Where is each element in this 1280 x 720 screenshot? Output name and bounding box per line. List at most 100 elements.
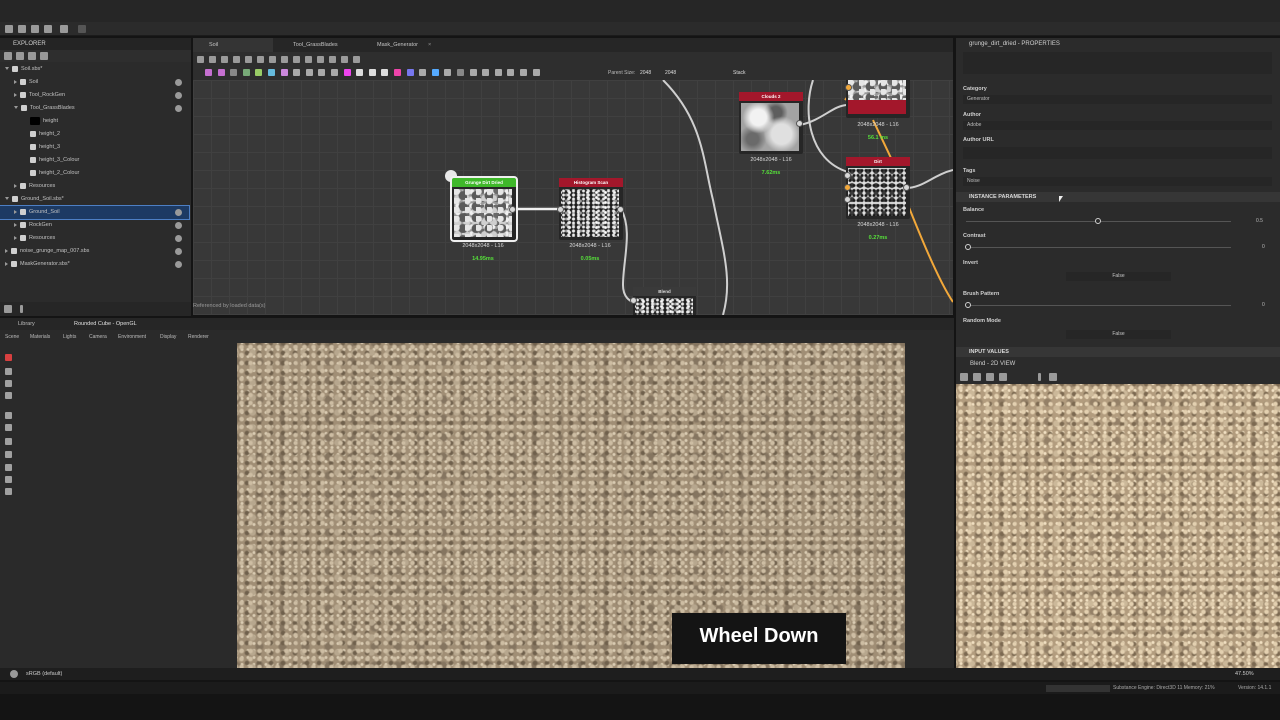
tab-library[interactable]: Library (18, 318, 35, 330)
redo-icon[interactable] (78, 25, 86, 33)
expand-arrow-icon[interactable] (14, 79, 17, 84)
expand-arrow-icon[interactable] (14, 209, 17, 214)
explorer-item[interactable]: height_3_Colour (0, 154, 189, 167)
node-dirt-output-port[interactable] (903, 184, 910, 191)
info-icon[interactable] (175, 105, 182, 112)
atomic-node-button[interactable] (205, 69, 212, 76)
graph-tool-button[interactable] (305, 56, 312, 63)
graph-tool-button[interactable] (209, 56, 216, 63)
expand-arrow-icon[interactable] (5, 261, 8, 266)
menu-materials[interactable]: Materials (30, 332, 50, 342)
sphere-icon[interactable] (5, 438, 12, 445)
explorer-item[interactable]: noise_grunge_map_007.sbs (0, 245, 189, 258)
atomic-node-button[interactable] (419, 69, 427, 76)
info-icon[interactable] (175, 222, 182, 229)
save-icon[interactable] (44, 25, 52, 33)
2d-tile-icon[interactable] (999, 373, 1007, 381)
input-values-section[interactable]: INPUT VALUES (956, 347, 1280, 357)
balance-slider-knob[interactable] (1095, 218, 1101, 224)
atomic-node-button[interactable] (230, 69, 238, 76)
2d-viewport-render[interactable] (956, 384, 1280, 668)
atomic-node-button[interactable] (242, 69, 250, 76)
size-select[interactable]: 2048 (665, 70, 676, 76)
tab-soil[interactable]: Soil (193, 38, 273, 52)
atomic-node-button[interactable] (368, 69, 376, 76)
grid-icon[interactable] (5, 412, 12, 419)
atomic-node-button[interactable] (331, 69, 338, 76)
properties-description-field[interactable] (963, 52, 1272, 74)
node-dirt-input-port-1[interactable] (844, 172, 851, 179)
info-icon[interactable] (175, 248, 182, 255)
contrast-slider[interactable] (965, 244, 1231, 250)
info-icon[interactable] (175, 92, 182, 99)
graph-tool-button[interactable] (269, 56, 276, 63)
expand-arrow-icon[interactable] (14, 106, 18, 110)
tab-mask-generator[interactable]: Mask_Generator × (361, 38, 443, 52)
info-icon[interactable] (175, 235, 182, 242)
2d-histogram-icon[interactable] (1049, 373, 1057, 381)
expand-arrow-icon[interactable] (5, 67, 9, 71)
invert-toggle[interactable]: False (1066, 272, 1171, 281)
explorer-item[interactable]: Resources (0, 232, 189, 245)
graph-tool-button[interactable] (341, 56, 348, 63)
open-icon[interactable] (31, 25, 39, 33)
explorer-item[interactable]: height_2_Colour (0, 167, 189, 180)
explorer-item[interactable]: Soil.sbs* (0, 63, 189, 76)
graph-tool-button[interactable] (317, 56, 324, 63)
tab-tool-grassblades[interactable]: Tool_GrassBlades (277, 38, 359, 52)
explorer-item[interactable]: Tool_GrassBlades (0, 102, 189, 115)
save-package-icon[interactable] (28, 52, 36, 60)
node-dirt-input-port-2[interactable] (844, 184, 851, 191)
screenshot-icon[interactable] (5, 392, 12, 399)
atomic-node-button[interactable] (318, 69, 326, 76)
expand-arrow-icon[interactable] (14, 235, 17, 240)
menu-renderer[interactable]: Renderer (188, 332, 209, 342)
cube-icon[interactable] (5, 451, 12, 458)
node-blend[interactable]: Blend (633, 287, 696, 315)
graph-tool-button[interactable] (233, 56, 240, 63)
menu-display[interactable]: Display (160, 332, 176, 342)
atomic-node-button[interactable] (494, 69, 502, 76)
menu-camera[interactable]: Camera (89, 332, 107, 342)
explorer-item[interactable]: Tool_RockGen (0, 89, 189, 102)
atomic-node-button[interactable] (293, 69, 301, 76)
tab-rounded-cube[interactable]: Rounded Cube - OpenGL (74, 318, 137, 330)
expand-arrow-icon[interactable] (14, 222, 17, 227)
atomic-node-button[interactable] (507, 69, 515, 76)
brush-pattern-slider[interactable] (965, 302, 1231, 308)
atomic-node-button[interactable] (381, 69, 389, 76)
undo-icon[interactable] (60, 25, 68, 33)
open-package-icon[interactable] (16, 52, 24, 60)
brush-pattern-slider-knob[interactable] (965, 302, 971, 308)
atomic-node-button[interactable] (343, 69, 351, 76)
info-icon[interactable] (175, 209, 182, 216)
instance-parameters-section[interactable]: INSTANCE PARAMETERS (956, 192, 1280, 202)
balance-slider[interactable] (966, 218, 1231, 224)
info-icon[interactable] (175, 79, 182, 86)
graph-tool-button[interactable] (353, 56, 360, 63)
atomic-node-button[interactable] (457, 69, 464, 76)
graph-tool-button[interactable] (197, 56, 204, 63)
info-icon[interactable] (20, 305, 23, 313)
info-icon[interactable] (175, 261, 182, 268)
link-icon[interactable] (4, 305, 12, 313)
atomic-node-button[interactable] (520, 69, 527, 76)
explorer-item[interactable]: MaskGenerator.sbs* (0, 258, 189, 271)
expand-arrow-icon[interactable] (14, 92, 17, 97)
2d-info-icon[interactable] (1038, 373, 1041, 381)
atomic-node-button[interactable] (356, 69, 364, 76)
node-clouds-output-port[interactable] (796, 120, 803, 127)
atomic-node-button[interactable] (431, 69, 439, 76)
explorer-item[interactable]: height (0, 115, 189, 128)
brush-pattern-value[interactable]: 0 (1262, 302, 1265, 308)
node-dirt-input-port-3[interactable] (844, 196, 851, 203)
record-icon[interactable] (5, 354, 12, 361)
node-top-partial[interactable] (846, 80, 910, 118)
node-histogram-output-port[interactable] (617, 206, 624, 213)
category-field[interactable]: Generator (963, 95, 1272, 104)
explorer-item[interactable]: height_3 (0, 141, 189, 154)
2d-channels-icon[interactable] (986, 373, 994, 381)
explorer-item[interactable]: height_2 (0, 128, 189, 141)
graph-tool-button[interactable] (245, 56, 252, 63)
node-dirt[interactable]: Dirt (846, 157, 910, 219)
